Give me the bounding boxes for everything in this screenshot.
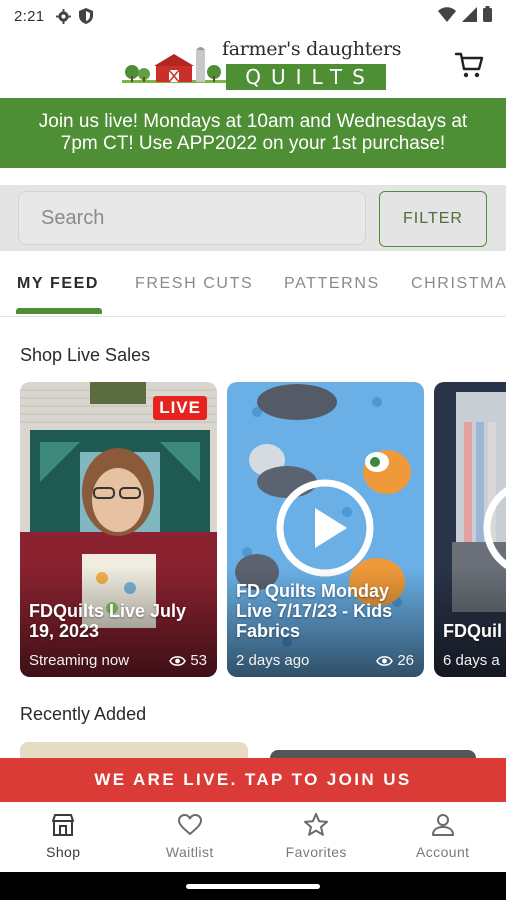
star-icon	[304, 813, 329, 836]
logo-wordmark-quilts: QUILTS	[226, 64, 386, 90]
nav-label: Shop	[46, 844, 81, 860]
cell-signal-icon	[462, 6, 477, 26]
system-navigation-bar	[0, 872, 506, 900]
app-header: farmer's daughters QUILTS	[0, 32, 506, 98]
live-card[interactable]: FD Quilts Monday Live 7/17/23 - Kids Fab…	[227, 382, 424, 677]
brand-logo[interactable]: farmer's daughters QUILTS	[122, 36, 402, 94]
wifi-icon	[438, 6, 456, 26]
nav-shop[interactable]: Shop	[0, 802, 127, 872]
filter-button[interactable]: FILTER	[379, 191, 487, 247]
cart-button[interactable]	[454, 50, 484, 80]
home-gesture-handle[interactable]	[186, 884, 320, 889]
barn-logo-icon	[122, 47, 226, 83]
live-card[interactable]: FDQuil 12, 202 6 days a	[434, 382, 506, 677]
tab-my-feed[interactable]: MY FEED	[17, 275, 99, 293]
category-tabs: MY FEED FRESH CUTS PATTERNS CHRISTMAS	[0, 255, 506, 317]
tab-christmas[interactable]: CHRISTMAS	[411, 275, 506, 293]
search-input[interactable]	[18, 191, 366, 245]
card-date: 6 days a	[443, 652, 500, 669]
tab-patterns[interactable]: PATTERNS	[284, 275, 380, 293]
logo-wordmark-top: farmer's daughters	[222, 38, 402, 60]
status-time: 2:21	[14, 7, 45, 25]
settings-gear-icon	[56, 8, 72, 24]
eye-icon	[169, 655, 187, 666]
nav-label: Waitlist	[165, 844, 214, 860]
card-status: Streaming now	[29, 652, 130, 669]
bottom-navigation: Shop Waitlist Favorites Account	[0, 802, 506, 872]
promo-banner[interactable]: Join us live! Mondays at 10am and Wednes…	[0, 98, 506, 168]
promo-text: Join us live! Mondays at 10am and Wednes…	[38, 111, 468, 154]
tab-fresh-cuts[interactable]: FRESH CUTS	[135, 275, 253, 293]
live-badge: LIVE	[153, 396, 207, 420]
status-bar: 2:21	[0, 0, 506, 32]
card-title: FDQuilts Live July 19, 2023	[29, 601, 187, 641]
card-title: FD Quilts Monday Live 7/17/23 - Kids Fab…	[236, 581, 393, 641]
recently-added-list[interactable]	[20, 740, 506, 760]
section-title-live-sales: Shop Live Sales	[20, 345, 151, 365]
view-count: 53	[169, 652, 207, 669]
card-title: FDQuil 12, 202	[443, 621, 506, 641]
nav-label: Favorites	[285, 844, 347, 860]
card-date: 2 days ago	[236, 652, 310, 669]
active-tab-indicator	[16, 308, 102, 314]
nav-account[interactable]: Account	[380, 802, 506, 872]
shop-icon	[52, 814, 75, 836]
nav-label: Account	[416, 844, 470, 860]
person-icon	[431, 814, 454, 836]
play-icon[interactable]	[482, 478, 506, 578]
nav-favorites[interactable]: Favorites	[253, 802, 380, 872]
cart-icon	[454, 52, 484, 78]
nav-waitlist[interactable]: Waitlist	[127, 802, 254, 872]
heart-icon	[177, 814, 202, 835]
join-live-banner[interactable]: WE ARE LIVE. TAP TO JOIN US	[0, 758, 506, 802]
battery-icon	[483, 6, 492, 26]
view-count-value: 26	[397, 652, 414, 669]
view-count: 26	[376, 652, 414, 669]
search-bar: FILTER	[0, 185, 506, 251]
play-icon[interactable]	[275, 478, 375, 578]
shield-icon	[79, 8, 94, 24]
live-card[interactable]: LIVE FDQuilts Live July 19, 2023 Streami…	[20, 382, 217, 677]
live-sales-carousel[interactable]: LIVE FDQuilts Live July 19, 2023 Streami…	[20, 382, 506, 678]
section-title-recently-added: Recently Added	[20, 704, 147, 724]
view-count-value: 53	[190, 652, 207, 669]
eye-icon	[376, 655, 394, 666]
